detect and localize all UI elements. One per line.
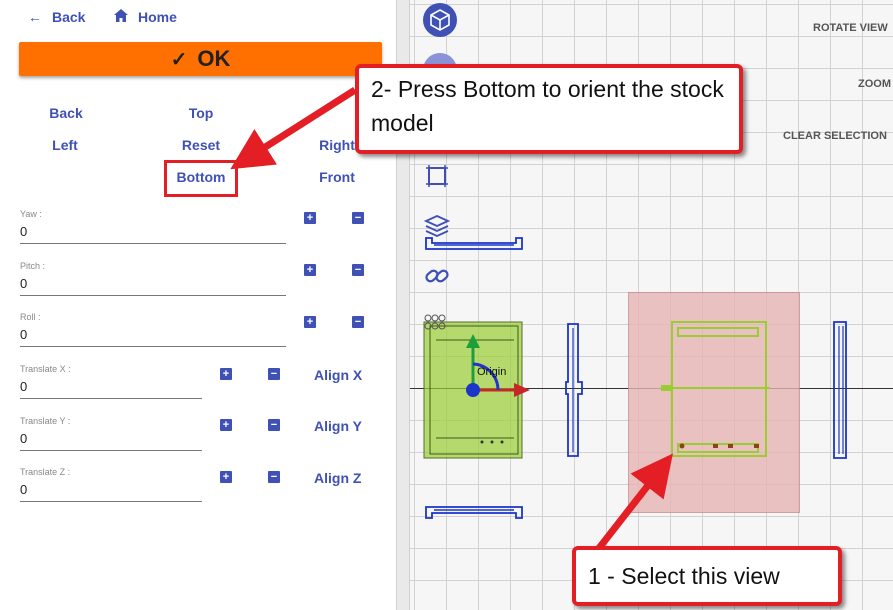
- translate-z-underline: [20, 501, 202, 502]
- translate-x-label: Translate X :: [20, 364, 71, 374]
- yaw-label: Yaw :: [20, 209, 42, 219]
- settings-panel: ← Back Home ✓ OK Back Top Left Reset Rig…: [0, 0, 396, 610]
- roll-label: Roll :: [20, 312, 41, 322]
- zoom-button[interactable]: ZOOM: [858, 78, 891, 90]
- yaw-increase-button[interactable]: +: [304, 212, 316, 224]
- translate-y-input[interactable]: 0: [20, 431, 27, 446]
- home-icon: [114, 9, 128, 25]
- translate-y-decrease-button[interactable]: −: [268, 419, 280, 431]
- callout-press-bottom: 2- Press Bottom to orient the stock mode…: [355, 64, 743, 154]
- ok-button[interactable]: ✓ OK: [19, 42, 382, 76]
- origin-label: Origin: [477, 366, 507, 378]
- view-left-button[interactable]: Left: [52, 137, 78, 153]
- selected-part-outline: [661, 321, 770, 457]
- align-z-button[interactable]: Align Z: [314, 470, 361, 486]
- translate-x-underline: [20, 398, 202, 399]
- translate-z-label: Translate Z :: [20, 467, 71, 477]
- align-y-button[interactable]: Align Y: [314, 418, 362, 434]
- rotate-view-button[interactable]: ROTATE VIEW: [813, 22, 888, 34]
- pitch-label: Pitch :: [20, 261, 46, 271]
- part-outline-left: [565, 323, 583, 457]
- pitch-decrease-button[interactable]: −: [352, 264, 364, 276]
- check-icon: ✓: [170, 48, 188, 71]
- part-outline-top: [425, 237, 523, 250]
- roll-input[interactable]: 0: [20, 327, 27, 342]
- view-front-button[interactable]: Front: [319, 169, 355, 185]
- arrow-left-icon: ←: [28, 9, 42, 25]
- bounding-box-icon[interactable]: [424, 163, 450, 189]
- view-back-button[interactable]: Back: [49, 105, 82, 121]
- home-link[interactable]: Home: [114, 7, 177, 27]
- back-link-label: Back: [52, 9, 86, 25]
- yaw-decrease-button[interactable]: −: [352, 212, 364, 224]
- pitch-input[interactable]: 0: [20, 276, 27, 291]
- clear-selection-button[interactable]: CLEAR SELECTION: [783, 130, 887, 142]
- translate-y-label: Translate Y :: [20, 416, 71, 426]
- translate-x-decrease-button[interactable]: −: [268, 368, 280, 380]
- roll-underline: [20, 346, 286, 347]
- part-outline-bottom: [425, 506, 523, 519]
- view-top-button[interactable]: Top: [189, 105, 214, 121]
- view-right-button[interactable]: Right: [319, 137, 355, 153]
- part-outline-right: [833, 321, 847, 459]
- roll-increase-button[interactable]: +: [304, 316, 316, 328]
- cube-view-icon[interactable]: [422, 2, 458, 38]
- yaw-input[interactable]: 0: [20, 224, 27, 239]
- link-icon[interactable]: [424, 264, 450, 288]
- translate-y-increase-button[interactable]: +: [220, 419, 232, 431]
- align-x-button[interactable]: Align X: [314, 367, 362, 383]
- home-link-label: Home: [138, 9, 177, 25]
- pitch-increase-button[interactable]: +: [304, 264, 316, 276]
- callout-select-view: 1 - Select this view: [572, 546, 842, 606]
- back-link[interactable]: ← Back: [28, 7, 85, 27]
- translate-z-input[interactable]: 0: [20, 482, 27, 497]
- bottom-button-highlight: [164, 160, 238, 197]
- ok-button-label: OK: [197, 46, 231, 71]
- pitch-underline: [20, 295, 286, 296]
- translate-y-underline: [20, 450, 202, 451]
- translate-x-increase-button[interactable]: +: [220, 368, 232, 380]
- view-reset-button[interactable]: Reset: [182, 137, 220, 153]
- roll-decrease-button[interactable]: −: [352, 316, 364, 328]
- yaw-underline: [20, 243, 286, 244]
- translate-z-increase-button[interactable]: +: [220, 471, 232, 483]
- translate-x-input[interactable]: 0: [20, 379, 27, 394]
- translate-z-decrease-button[interactable]: −: [268, 471, 280, 483]
